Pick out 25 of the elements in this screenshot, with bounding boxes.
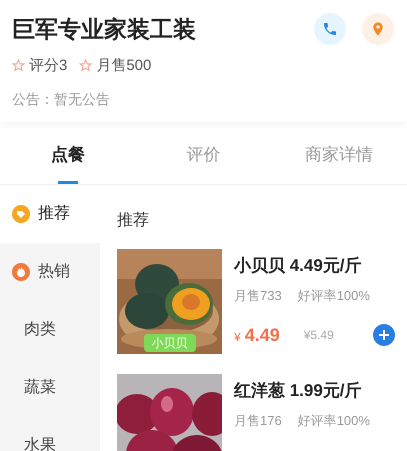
shop-name: 巨军专业家装工装: [12, 15, 196, 44]
monthly-sales-text: 月售500: [96, 56, 152, 76]
category-item[interactable]: 推荐: [0, 184, 100, 242]
product-tag: 小贝贝: [144, 334, 196, 352]
phone-button[interactable]: [314, 13, 346, 46]
product-title: 红洋葱 1.99元/斤: [234, 380, 363, 402]
original-price: ¥5.49: [304, 327, 334, 344]
product-sales: 月售733: [234, 287, 282, 305]
add-button[interactable]: [373, 324, 395, 346]
location-button[interactable]: [362, 13, 394, 46]
phone-icon: [322, 21, 338, 38]
product-sales: 月售176: [234, 412, 282, 430]
tag-icon: [12, 204, 30, 222]
product-rating: 好评率100%: [298, 287, 370, 305]
star-icon: [12, 59, 25, 72]
flame-icon: [12, 262, 30, 280]
plus-icon: [378, 329, 390, 341]
product-rating: 好评率100%: [298, 412, 370, 430]
star-icon: [79, 59, 92, 72]
section-title: 推荐: [117, 210, 150, 230]
current-price: ¥ 4.49: [234, 324, 280, 346]
product-title: 小贝贝 4.49元/斤: [234, 254, 363, 276]
tab[interactable]: 点餐: [0, 134, 136, 184]
rating-text: 评分3: [29, 56, 68, 76]
notice-text: 公告：暂无公告: [12, 90, 111, 109]
